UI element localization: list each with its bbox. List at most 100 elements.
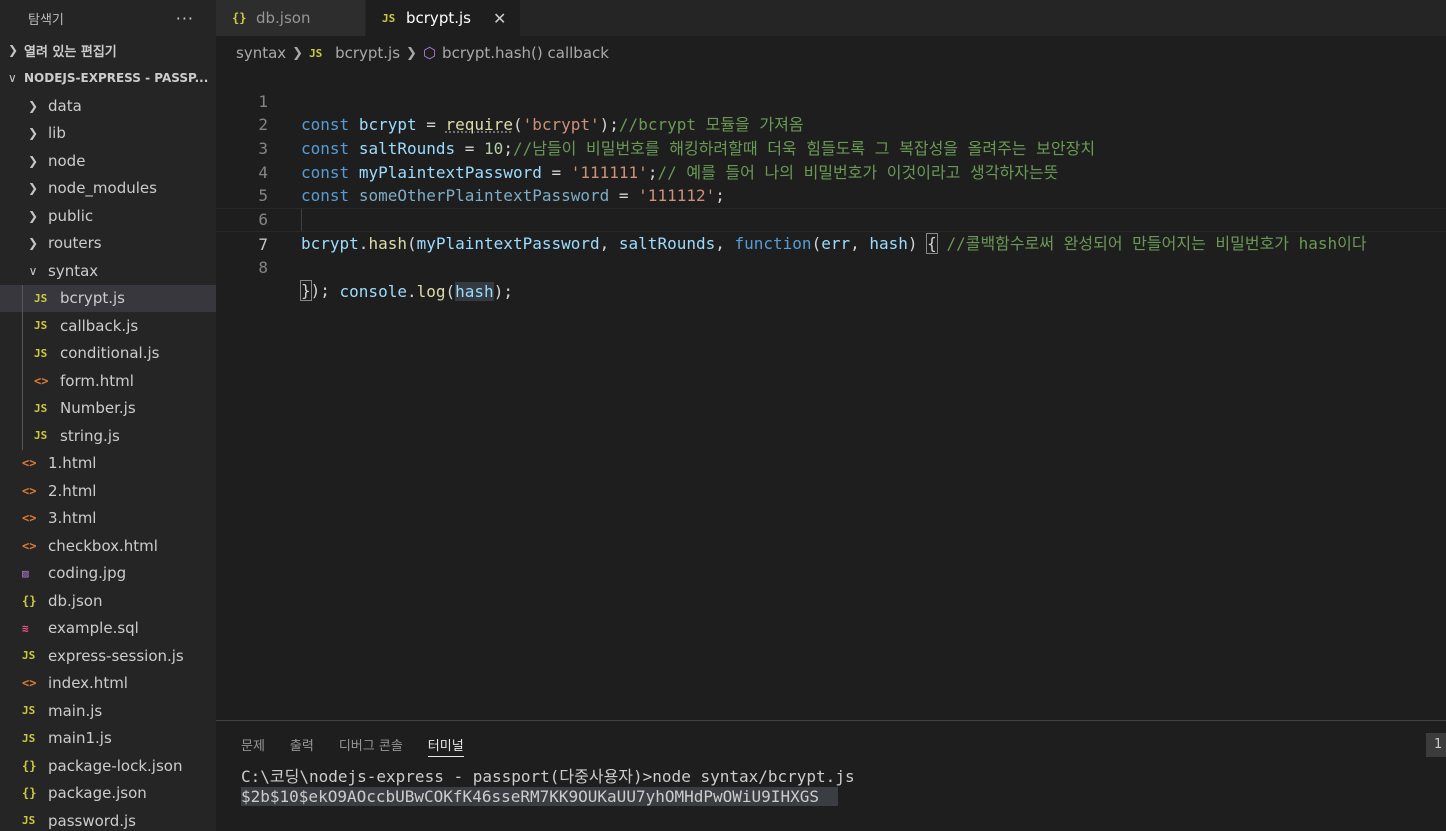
tree-folder[interactable]: ❯ node [0,147,216,175]
tab-debug-console[interactable]: 디버그 콘솔 [339,721,403,767]
tree-file[interactable]: {} db.json [0,587,216,615]
project-label: NODEJS-EXPRESS - PASSP... [24,71,209,85]
json-file-icon: {} [22,758,37,773]
tree-file[interactable]: <> index.html [0,670,216,698]
tab-db-json[interactable]: {} db.json [216,0,366,36]
chevron-right-icon: ❯ [27,153,39,168]
folder-label: data [48,96,82,115]
punctuation: ( [445,282,456,302]
js-file-icon: JS [34,291,48,305]
tab-output[interactable]: 출력 [290,721,314,767]
code-line: 6 bcrypt.hash(myPlaintextPassword, saltR… [216,184,1446,254]
tree-file[interactable]: <> 3.html [0,505,216,533]
breadcrumb-symbol[interactable]: bcrypt.hash() callback [442,44,609,62]
html-file-icon: <> [22,676,37,691]
chevron-right-icon: ❯ [406,45,417,61]
js-file-icon: JS [309,46,323,60]
code-line: 2 const saltRounds = 10;//남들이 비밀번호를 해킹하려… [216,90,1446,158]
explorer-header: 탐색기 ··· [0,0,216,36]
tree-file[interactable]: JS bcrypt.js [0,284,216,312]
file-label: index.html [48,674,128,693]
chevron-down-icon: ∨ [28,263,38,278]
line-number: 8 [258,257,268,277]
terminal-line: $2b$10$ekO9AOccbUBwCOKfK46sseRM7KK9OUKaU… [241,787,1446,807]
punctuation: ); [310,281,330,301]
folder-label: public [48,206,94,225]
file-label: package.json [48,784,147,803]
file-label: 2.html [48,481,97,500]
code-editor[interactable]: 1 const bcrypt = require('bcrypt');//bcr… [216,66,1446,720]
html-file-icon: <> [34,373,49,388]
terminal-selected-text: $2b$10$ekO9AOccbUBwCOKfK46sseRM7KK9OUKaU… [241,787,839,806]
open-editors-label: 열려 있는 편집기 [24,44,117,60]
tab-bcrypt-js[interactable]: JS bcrypt.js ✕ [366,0,522,36]
tree-file[interactable]: ≋ example.sql [0,615,216,643]
bottom-panel: 문제 출력 디버그 콘솔 터미널 1 C:\코딩\nodejs-express … [216,720,1446,831]
file-label: db.json [48,591,103,610]
tree-file[interactable]: JS main1.js [0,725,216,753]
indent-guide [22,394,23,422]
explorer-title: 탐색기 [28,12,64,28]
breadcrumb-file[interactable]: bcrypt.js [335,44,400,62]
more-actions-icon[interactable]: ··· [176,9,194,28]
folder-label: node [48,151,86,170]
project-section[interactable]: ∨ NODEJS-EXPRESS - PASSP... [0,64,216,92]
tree-file[interactable]: JS conditional.js [0,339,216,367]
tab-problems[interactable]: 문제 [241,721,265,767]
tree-file[interactable]: <> 1.html [0,450,216,478]
json-file-icon: {} [22,593,37,608]
tree-file[interactable]: {} package-lock.json [0,752,216,780]
tree-folder[interactable]: ❯ public [0,202,216,230]
tab-terminal[interactable]: 터미널 [427,721,464,767]
tree-file[interactable]: JS express-session.js [0,642,216,670]
file-tree: ❯ data ❯ lib ❯ node ❯ node_modules ❯ public ❯ route… [0,92,216,831]
file-label: string.js [60,426,120,445]
chevron-right-icon: ❯ [292,45,304,61]
argument: hash [455,282,494,302]
terminal-output[interactable]: C:\코딩\nodejs-express - passport(다중사용자)>n… [216,767,1446,807]
tab-label: bcrypt.js [406,9,471,27]
html-file-icon: <> [22,483,37,498]
chevron-right-icon: ❯ [8,43,19,57]
folder-label: routers [48,234,102,253]
code-content: console.log(hash); [301,280,513,304]
tree-folder[interactable]: ❯ routers [0,230,216,258]
tree-file[interactable]: JS Number.js [0,394,216,422]
breadcrumb: syntax ❯ JS bcrypt.js ❯ ⬡ bcrypt.hash() … [216,40,1446,66]
tree-file[interactable]: ▨ coding.jpg [0,560,216,588]
identifier: console [339,282,407,302]
chevron-down-icon: ∨ [8,71,17,85]
indent-guide [22,367,23,395]
tree-file[interactable]: JS string.js [0,422,216,450]
indent-guide [22,284,23,312]
open-editors-section[interactable]: ❯ 열려 있는 편집기 [0,36,216,64]
editor-tabs: {} db.json JS bcrypt.js ✕ [216,0,1446,36]
tree-file[interactable]: {} package.json [0,780,216,808]
tree-folder[interactable]: ❯ node_modules [0,175,216,203]
js-file-icon: JS [22,649,36,663]
file-label: coding.jpg [48,564,127,583]
tree-folder[interactable]: ❯ lib [0,120,216,148]
js-file-icon: JS [34,429,48,443]
folder-label: lib [48,124,66,143]
file-label: main1.js [48,729,112,748]
panel-tabs: 문제 출력 디버그 콘솔 터미널 1 [216,721,1446,767]
tree-file[interactable]: <> 2.html [0,477,216,505]
file-label: 1.html [48,454,97,473]
terminal-selector[interactable]: 1 [1426,733,1446,757]
js-file-icon: JS [34,401,48,415]
file-label: package-lock.json [48,756,183,775]
tree-file[interactable]: <> form.html [0,367,216,395]
tree-file[interactable]: JS password.js [0,807,216,831]
breadcrumb-folder[interactable]: syntax [236,44,286,62]
js-file-icon: JS [34,319,48,333]
tree-file[interactable]: JS callback.js [0,312,216,340]
tree-file[interactable]: <> checkbox.html [0,532,216,560]
js-file-icon: JS [382,11,396,25]
symbol-method-icon: ⬡ [422,44,437,62]
tree-folder[interactable]: ∨ syntax [0,257,216,285]
tree-file[interactable]: JS main.js [0,697,216,725]
tree-folder[interactable]: ❯ data [0,92,216,120]
image-file-icon: ▨ [22,566,29,580]
close-icon[interactable]: ✕ [493,9,506,28]
